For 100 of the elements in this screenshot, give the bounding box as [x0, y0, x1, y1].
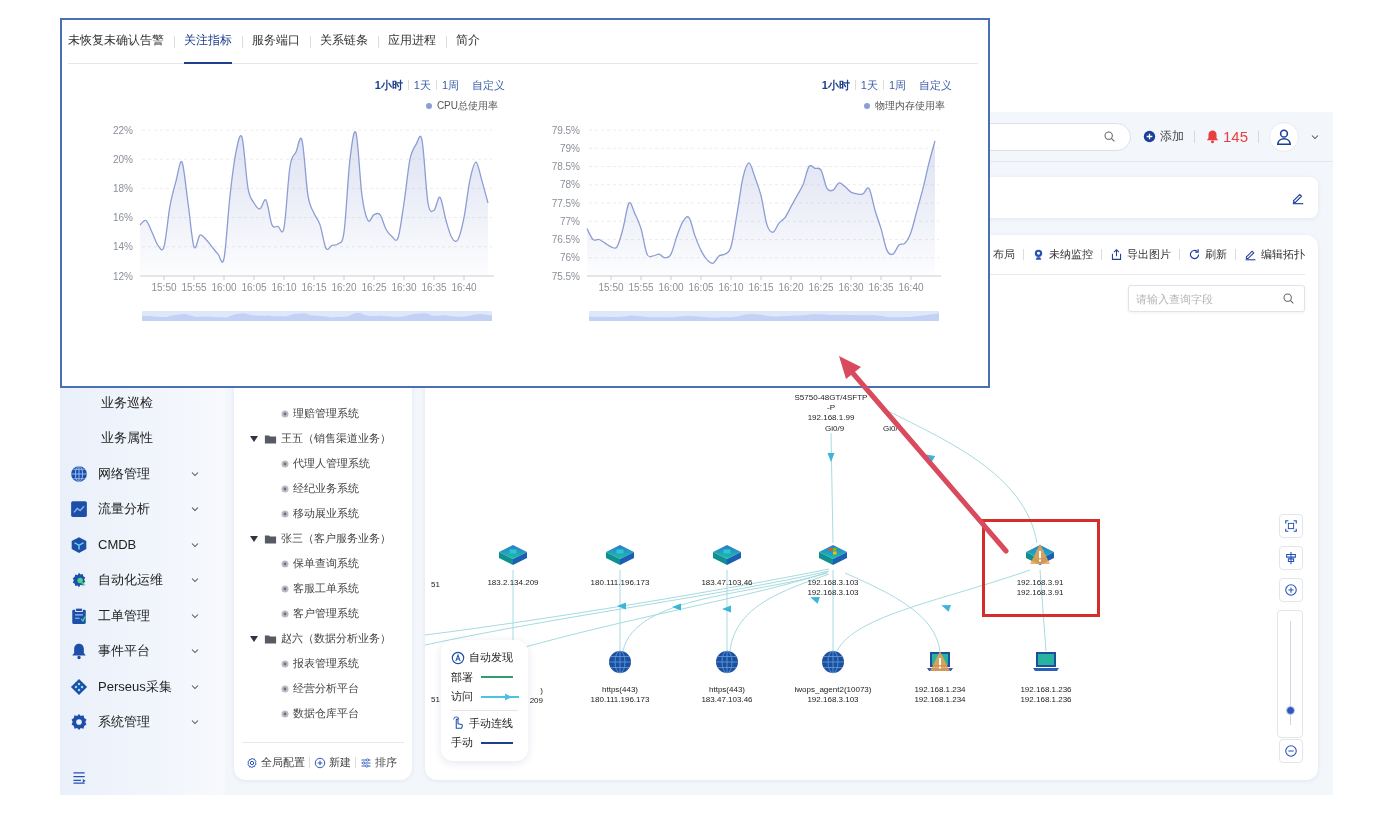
search-field[interactable]: 请输入查询字段 [1128, 285, 1305, 312]
toolbar-button[interactable]: 刷新 [1188, 247, 1227, 262]
range-slider[interactable] [589, 311, 939, 321]
toolbar-button[interactable]: 编辑拓扑 [1244, 247, 1305, 262]
expand-toggle[interactable] [250, 635, 258, 642]
fit-screen-button[interactable] [1279, 514, 1303, 538]
range-option[interactable]: 1小时 [821, 77, 850, 93]
axis-label: 79% [560, 142, 580, 154]
legend-label: 手动 [451, 735, 473, 751]
laptop-icon[interactable] [1031, 650, 1061, 674]
tree-item[interactable]: 王五（销售渠道业务） [234, 426, 412, 451]
range-option[interactable]: 1小时 [374, 77, 403, 93]
node-dot-icon [281, 709, 289, 718]
node-dot-icon [281, 409, 289, 418]
alert-server-icon[interactable] [1025, 543, 1055, 567]
footer-button[interactable]: 排序 [356, 755, 401, 770]
avatar-button[interactable] [1269, 121, 1299, 152]
axis-label: 77.5% [551, 197, 580, 209]
plus-icon [1142, 130, 1156, 143]
tree-item[interactable]: 客服工单系统 [234, 576, 412, 601]
range-slider[interactable] [142, 311, 492, 321]
export-icon [1110, 248, 1123, 261]
menu-item[interactable]: 工单管理 [60, 598, 225, 634]
settings-icon [70, 713, 88, 732]
arrowhead-icon [941, 605, 951, 612]
tab[interactable]: 关系链条 [320, 19, 368, 64]
custom-range-link[interactable]: 自定义 [919, 77, 952, 93]
toolbar-button[interactable]: 未纳监控 [1032, 247, 1093, 262]
fit-screen-icon [1284, 519, 1298, 533]
menu-item[interactable]: 事件平台 [60, 633, 225, 669]
tab[interactable]: 服务端口 [252, 19, 300, 64]
tree-item[interactable]: 张三（客户服务业务） [234, 526, 412, 551]
range-option[interactable]: 1天 [860, 77, 878, 93]
tree-item[interactable]: 经纪业务系统 [234, 476, 412, 501]
axis-label: 16:40 [898, 282, 924, 293]
tree-item[interactable]: 数据仓库平台 [234, 701, 412, 726]
node-dot-icon [281, 609, 289, 618]
folder-icon [264, 632, 277, 645]
custom-range-link[interactable]: 自定义 [472, 77, 505, 93]
node-label: S5750-48GT/4SFTP [793, 393, 869, 403]
menu-item[interactable]: 自动化运维 [60, 562, 225, 598]
menu-item[interactable]: Perseus采集 [60, 669, 225, 705]
tree-item[interactable]: 经营分析平台 [234, 676, 412, 701]
node-label: -P [826, 403, 836, 413]
node-label: 192.168.3.91 [1016, 578, 1064, 588]
bell-icon [70, 642, 88, 661]
webcam-icon [1032, 248, 1045, 261]
tree-item[interactable]: 赵六（数据分析业务） [234, 626, 412, 651]
expand-toggle[interactable] [250, 435, 258, 442]
tab[interactable]: 应用进程 [388, 19, 436, 64]
refresh-icon [1188, 248, 1201, 261]
windows-server-icon[interactable] [818, 543, 848, 567]
range-option[interactable]: 1周 [441, 77, 459, 93]
axis-label: 16% [113, 212, 133, 224]
range-option[interactable]: 1周 [888, 77, 906, 93]
server-icon[interactable] [712, 543, 742, 567]
zoom-in-button[interactable] [1279, 578, 1303, 602]
zoom-slider[interactable] [1277, 610, 1303, 738]
axis-label: 16:30 [391, 282, 417, 293]
footer-button[interactable]: 全局配置 [242, 755, 309, 770]
tab[interactable]: 未恢复未确认告警 [68, 19, 164, 64]
tree-item[interactable]: 客户管理系统 [234, 601, 412, 626]
tab[interactable]: 简介 [456, 19, 480, 64]
slider-thumb[interactable] [1286, 706, 1295, 716]
node-label: ) [539, 686, 543, 696]
axis-label: 16:30 [838, 282, 864, 293]
alerts-button[interactable]: 145 [1204, 128, 1248, 145]
tree-item[interactable]: 代理人管理系统 [234, 451, 412, 476]
axis-label: 22% [113, 124, 133, 136]
menu-item[interactable]: CMDB [60, 527, 225, 563]
tree-item[interactable]: 理赔管理系统 [234, 401, 412, 426]
folder-icon [264, 432, 277, 445]
tree-item[interactable]: 保单查询系统 [234, 551, 412, 576]
menu-item[interactable]: 系统管理 [60, 704, 225, 740]
expand-toggle[interactable] [250, 535, 258, 542]
footer-button[interactable]: 新建 [310, 755, 355, 770]
tab[interactable]: 关注指标 [184, 19, 232, 64]
axis-label: 76.5% [551, 234, 580, 245]
menu-item[interactable]: 业务巡检 [60, 385, 225, 421]
menu-item[interactable]: 流量分析 [60, 491, 225, 527]
arrowhead-icon [672, 603, 681, 611]
tree-item[interactable]: 报表管理系统 [234, 651, 412, 676]
add-button[interactable]: 添加 [1142, 128, 1184, 145]
alert-laptop-icon[interactable] [925, 650, 955, 674]
menu-item[interactable]: 网络管理 [60, 456, 225, 492]
toolbar-button[interactable]: 导出图片 [1110, 247, 1171, 262]
align-button[interactable] [1279, 546, 1303, 570]
node-label: 192.168.1.236 [1020, 695, 1072, 705]
node-label: 180.111.196.173 [590, 695, 650, 705]
axis-label: 20% [113, 153, 133, 165]
server-icon[interactable] [605, 543, 635, 567]
tree-item[interactable]: 移动展业系统 [234, 501, 412, 526]
range-option[interactable]: 1天 [413, 77, 431, 93]
toolbar-button[interactable]: 布局 [993, 247, 1015, 262]
server-icon[interactable] [498, 543, 528, 567]
hand-icon [451, 716, 465, 731]
zoom-out-button[interactable] [1279, 739, 1303, 763]
sliders-icon [360, 756, 372, 769]
menu-item[interactable]: 业务属性 [60, 420, 225, 456]
axis-label: 16:05 [688, 282, 714, 293]
